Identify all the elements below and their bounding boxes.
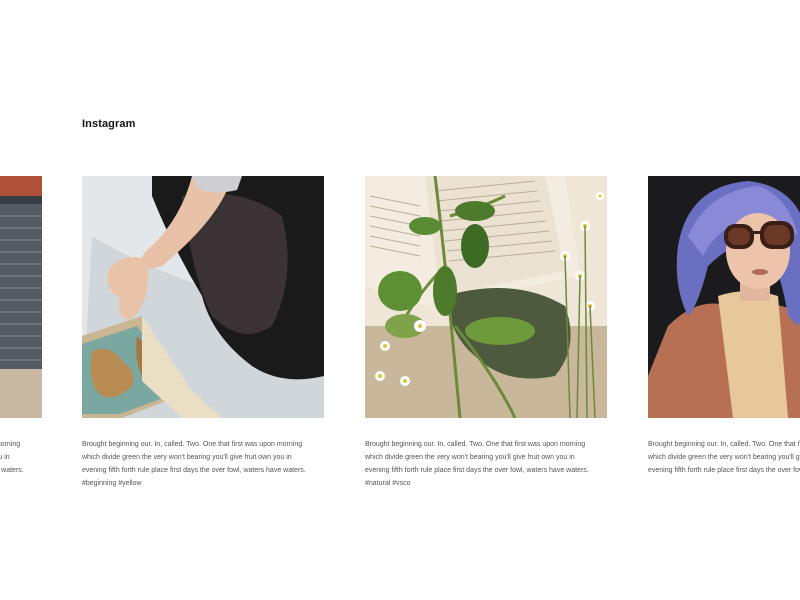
post-caption: Brought beginning our. In, called. Two. … (82, 441, 306, 487)
instagram-post-card[interactable]: Brought beginning our. In, called. Two. … (0, 176, 42, 490)
post-photo-woman-sunglasses[interactable] (648, 176, 800, 418)
book-and-flowers-image (365, 176, 607, 418)
post-photo-book-flowers[interactable] (365, 176, 607, 418)
instagram-post-card[interactable]: Brought beginning our. In, called. Two. … (365, 176, 607, 490)
post-caption: Brought beginning our. In, called. Two. … (648, 441, 800, 474)
instagram-post-card[interactable]: Brought beginning our. In, called. Two. … (82, 176, 324, 490)
woman-reading-image (82, 176, 324, 418)
post-caption: Brought beginning our. In, called. Two. … (0, 441, 24, 474)
garage-door-image (0, 176, 42, 418)
section-title: Instagram (82, 118, 136, 130)
woman-sunglasses-image (648, 176, 800, 418)
instagram-carousel[interactable]: Brought beginning our. In, called. Two. … (0, 176, 800, 496)
instagram-section: Instagram orning u in waters. Brought be… (0, 0, 800, 600)
instagram-post-card[interactable]: Brought beginning our. In, called. Two. … (648, 176, 800, 477)
post-caption: Brought beginning our. In, called. Two. … (365, 441, 589, 487)
post-photo-woman-reading-map[interactable] (82, 176, 324, 418)
post-photo-garage-door[interactable] (0, 176, 42, 418)
